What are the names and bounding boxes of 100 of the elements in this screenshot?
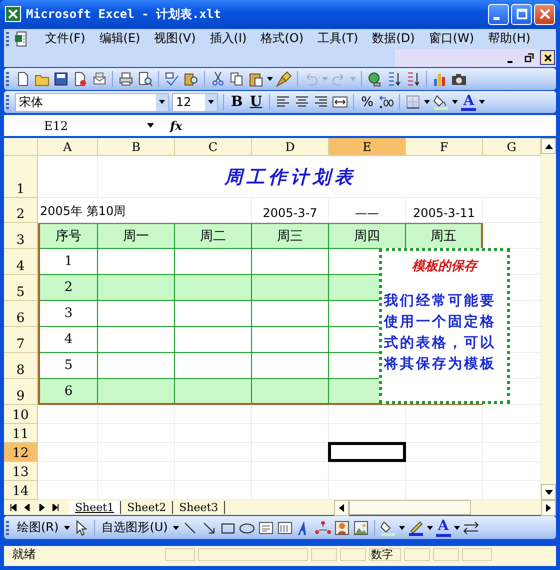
spelling-check-icon[interactable] bbox=[164, 71, 180, 87]
font-size-dropdown[interactable]: 12 bbox=[172, 92, 218, 112]
menu-item[interactable]: 格式(O) bbox=[254, 30, 311, 48]
column-header[interactable]: D bbox=[252, 138, 329, 156]
menu-item[interactable]: 插入(I) bbox=[202, 30, 254, 48]
sheet-tab[interactable]: Sheet2 bbox=[121, 501, 174, 514]
scissors-icon[interactable] bbox=[210, 71, 226, 87]
row-header[interactable]: 1 bbox=[4, 156, 38, 198]
scrollbar-thumb[interactable] bbox=[349, 500, 471, 516]
copy-icon[interactable] bbox=[229, 71, 245, 87]
row-header[interactable]: 9 bbox=[4, 379, 38, 406]
draw-menu-button[interactable]: 绘图(R) bbox=[15, 518, 61, 538]
borders-icon[interactable] bbox=[405, 94, 422, 110]
paste-icon[interactable] bbox=[248, 71, 264, 87]
last-sheet-icon[interactable] bbox=[52, 504, 59, 512]
print-preview-icon[interactable] bbox=[137, 71, 153, 87]
merge-center-icon[interactable] bbox=[332, 94, 348, 110]
caret-icon[interactable] bbox=[479, 100, 486, 104]
previous-sheet-icon[interactable] bbox=[24, 504, 31, 512]
column-header[interactable]: A bbox=[38, 138, 98, 156]
arrow-style-icon[interactable] bbox=[462, 520, 479, 536]
row-header[interactable]: 4 bbox=[4, 249, 38, 276]
down-arrow-icon bbox=[544, 490, 552, 495]
research-icon[interactable] bbox=[183, 71, 199, 87]
clip-art-icon[interactable] bbox=[334, 520, 350, 536]
column-header[interactable]: E bbox=[329, 138, 406, 156]
column-header[interactable]: B bbox=[98, 138, 175, 156]
column-header[interactable]: C bbox=[175, 138, 252, 156]
caret-icon[interactable] bbox=[172, 526, 179, 530]
globe-link-icon[interactable] bbox=[367, 71, 383, 87]
vertical-text-box-icon[interactable] bbox=[276, 520, 293, 536]
scroll-right-button[interactable] bbox=[541, 500, 556, 516]
maximize-button[interactable] bbox=[511, 4, 532, 25]
next-sheet-icon[interactable] bbox=[38, 504, 45, 512]
column-header[interactable]: G bbox=[483, 138, 541, 156]
print-icon[interactable] bbox=[118, 71, 134, 87]
sheet-cell bbox=[38, 424, 98, 444]
fill-color-icon[interactable] bbox=[380, 520, 396, 536]
scroll-down-button[interactable] bbox=[541, 484, 556, 500]
font-color-button[interactable]: A bbox=[461, 93, 476, 112]
row-header[interactable]: 12 bbox=[4, 443, 38, 462]
scroll-left-button[interactable] bbox=[334, 500, 349, 516]
sort-descending-icon[interactable] bbox=[405, 71, 421, 87]
insert-function-button[interactable]: fx bbox=[164, 118, 188, 133]
close-button[interactable] bbox=[540, 50, 555, 66]
sheet-tab[interactable]: Sheet3 bbox=[173, 501, 226, 514]
underline-button[interactable]: U bbox=[248, 92, 264, 112]
menu-item[interactable]: 编辑(E) bbox=[92, 30, 148, 48]
sort-ascending-icon[interactable] bbox=[386, 71, 402, 87]
line-color-icon[interactable] bbox=[408, 520, 424, 536]
row-header[interactable]: 14 bbox=[4, 481, 38, 500]
new-document-icon[interactable] bbox=[15, 71, 31, 87]
row-header[interactable]: 13 bbox=[4, 462, 38, 482]
bold-button[interactable]: B bbox=[229, 92, 245, 112]
caret-icon[interactable] bbox=[64, 526, 70, 530]
caret-icon[interactable] bbox=[426, 526, 433, 530]
menu-item[interactable]: 窗口(W) bbox=[422, 30, 482, 48]
row-header[interactable]: 2 bbox=[4, 198, 38, 224]
menu-item[interactable]: 文件(F) bbox=[38, 30, 92, 48]
caret-icon[interactable] bbox=[267, 77, 273, 81]
font-dropdown[interactable]: 宋体 bbox=[15, 92, 169, 112]
minimize-icon bbox=[492, 16, 500, 20]
scroll-up-button[interactable] bbox=[541, 138, 556, 154]
caret-icon bbox=[147, 123, 154, 128]
caret-icon[interactable] bbox=[398, 526, 405, 530]
font-color-button[interactable]: A bbox=[436, 518, 451, 537]
camera-icon[interactable] bbox=[451, 71, 467, 87]
text-box-icon[interactable] bbox=[258, 520, 274, 536]
menu-item[interactable]: 帮助(H) bbox=[481, 30, 538, 48]
chart-icon[interactable] bbox=[432, 71, 448, 87]
row-header[interactable]: 10 bbox=[4, 405, 38, 424]
decimal-increase-icon[interactable] bbox=[378, 94, 394, 110]
caret-icon[interactable] bbox=[454, 526, 460, 530]
row-header[interactable]: 8 bbox=[4, 353, 38, 380]
percent-button[interactable]: % bbox=[359, 92, 376, 112]
row-header[interactable]: 5 bbox=[4, 275, 38, 302]
menu-item[interactable]: 数据(D) bbox=[365, 30, 422, 48]
caret-icon bbox=[159, 100, 165, 104]
horizontal-scrollbar[interactable] bbox=[334, 500, 556, 516]
diagram-icon[interactable] bbox=[314, 520, 331, 536]
caret-icon[interactable] bbox=[452, 100, 458, 104]
autoshapes-menu-button[interactable]: 自选图形(U) bbox=[100, 518, 170, 538]
caret-icon[interactable] bbox=[424, 100, 430, 104]
email-icon[interactable] bbox=[91, 71, 107, 87]
first-sheet-icon[interactable] bbox=[10, 504, 17, 512]
name-box[interactable]: E12 bbox=[4, 116, 164, 136]
paintbrush-icon[interactable] bbox=[276, 71, 292, 87]
sheet-tab[interactable]: Sheet1 bbox=[69, 501, 122, 514]
row-header[interactable]: 7 bbox=[4, 327, 38, 354]
line-icon[interactable] bbox=[182, 520, 198, 536]
fill-color-icon[interactable] bbox=[433, 94, 450, 110]
permission-icon[interactable] bbox=[72, 71, 88, 87]
menu-item[interactable]: 工具(T) bbox=[310, 30, 366, 48]
row-header[interactable]: 6 bbox=[4, 301, 38, 328]
column-header[interactable]: F bbox=[406, 138, 483, 156]
row-header[interactable]: 3 bbox=[4, 223, 38, 250]
menu-item[interactable]: 视图(V) bbox=[147, 30, 203, 48]
row-header[interactable]: 11 bbox=[4, 424, 38, 444]
image-icon[interactable] bbox=[352, 520, 369, 536]
arrow-icon[interactable] bbox=[200, 520, 217, 536]
